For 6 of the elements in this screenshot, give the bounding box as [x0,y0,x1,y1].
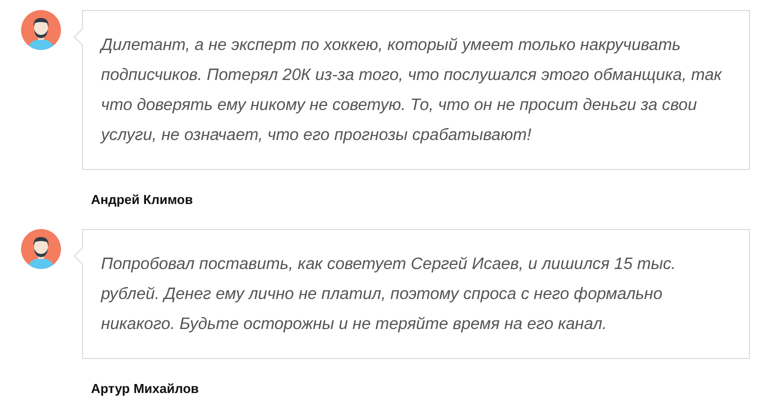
comment-text: Дилетант, а не эксперт по хоккею, который умеет только накручивать подписчиков. Потерял 20К из-за того, что послушался этого обманщика, так что доверять ему никому не советую. То, что он не просит деньги за свои услуги, не означает, что его прогнозы срабатывают! [101,35,723,146]
comment-text: Попробовал поставить, как советует Сергей Исаев, и лишился 15 тыс. рублей. Денег ему лично не платил, поэтому спроса с него формально никакого. Будьте осторожны и не теряйте время на его канал. [101,254,677,335]
avatar-icon [21,229,61,269]
author-name: Андрей Климов [91,192,193,207]
author-name: Артур Михайлов [91,381,199,396]
avatar-icon [21,10,61,50]
